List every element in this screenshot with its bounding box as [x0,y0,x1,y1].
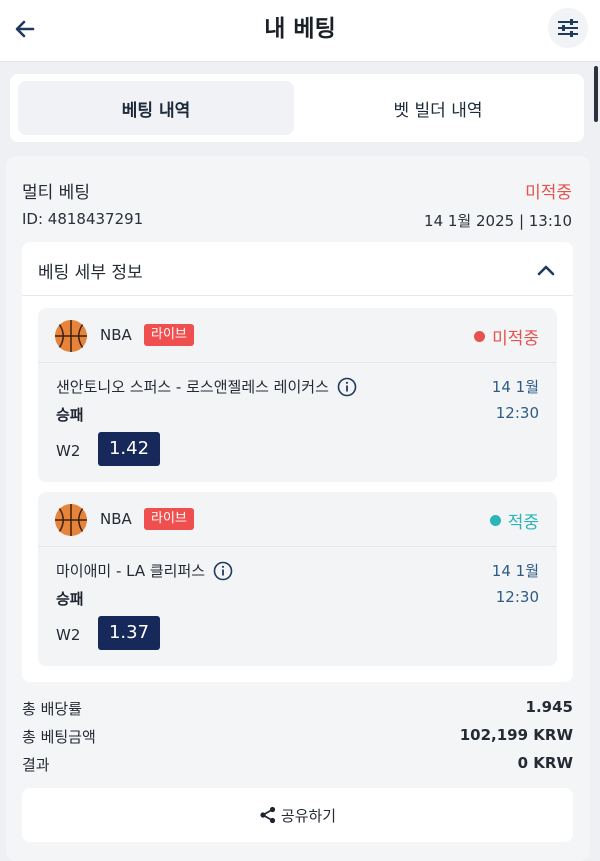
event-card: NBA 라이브 미적중 샌안토니오 스퍼스 - 로스앤젤레스 레이커스 14 1… [38,308,557,482]
stake-row: 총 베팅금액 102,199 KRW [22,726,573,747]
top-app-bar: 내 베팅 [0,0,600,62]
bet-status: 미적중 [525,183,572,203]
event-header: NBA 라이브 미적중 [38,308,557,363]
share-button[interactable]: 공유하기 [22,788,573,842]
status-dot-icon [474,331,486,342]
total-odds-label: 총 배당률 [22,700,82,718]
live-badge: 라이브 [144,324,194,346]
info-icon[interactable] [213,561,233,581]
bet-date: 14 1월 2025 | 13:10 [424,212,572,230]
bet-details-panel: 베팅 세부 정보 NBA 라이브 미적중 샌안토니오 스퍼스 - 로스앤젤레스 … [22,242,573,682]
share-icon [260,806,275,824]
outcome-label: W2 [56,442,81,460]
tab-bet-builder-history[interactable]: 벳 빌더 내역 [300,81,576,135]
bet-type: 멀티 베팅 [22,183,90,203]
result-value: 0 KRW [517,754,573,772]
event-date: 14 1월 [491,378,539,396]
league-name: NBA [100,326,132,344]
event-time: 12:30 [495,588,539,606]
bet-details-header[interactable]: 베팅 세부 정보 [22,242,573,296]
chevron-up-icon[interactable] [534,260,558,280]
event-status-label: 적중 [507,513,539,533]
info-icon[interactable] [337,377,357,397]
event-status-label: 미적중 [492,329,539,349]
sliders-icon [558,19,578,37]
outcome-label: W2 [56,626,81,644]
share-label: 공유하기 [280,806,337,825]
result-row: 결과 0 KRW [22,754,573,775]
tab-bet-history[interactable]: 베팅 내역 [18,81,294,135]
market-name: 승패 [56,406,84,424]
league-name: NBA [100,510,132,528]
event-match: 마이애미 - LA 클리퍼스 [56,560,233,581]
tab-bar: 베팅 내역 벳 빌더 내역 [10,74,584,142]
bet-id: ID: 4818437291 [22,210,144,228]
event-status: 미적중 [474,324,539,349]
page-title: 내 베팅 [264,16,336,42]
event-status: 적중 [489,508,539,533]
stake-value: 102,199 KRW [459,726,573,744]
match-name: 마이애미 - LA 클리퍼스 [56,562,206,580]
event-match: 샌안토니오 스퍼스 - 로스앤젤레스 레이커스 [56,376,357,397]
event-header: NBA 라이브 적중 [38,492,557,547]
total-odds-value: 1.945 [525,698,573,716]
market-name: 승패 [56,590,84,608]
event-date: 14 1월 [491,562,539,580]
match-name: 샌안토니오 스퍼스 - 로스앤젤레스 레이커스 [56,378,329,396]
result-label: 결과 [22,756,50,774]
stake-label: 총 베팅금액 [22,728,96,746]
odds-value: 1.37 [98,616,160,650]
live-badge: 라이브 [144,508,194,530]
basketball-icon [55,320,87,352]
scrollbar[interactable] [594,66,598,122]
event-card: NBA 라이브 적중 마이애미 - LA 클리퍼스 14 1월 12:30 승패… [38,492,557,666]
bet-card: 멀티 베팅 미적중 ID: 4818437291 14 1월 2025 | 13… [6,156,590,861]
status-dot-icon [489,515,501,526]
filter-button[interactable] [548,8,588,48]
event-time: 12:30 [495,404,539,422]
total-odds-row: 총 배당률 1.945 [22,698,573,719]
odds-value: 1.42 [98,432,160,466]
basketball-icon [55,504,87,536]
bet-details-title: 베팅 세부 정보 [38,263,143,283]
